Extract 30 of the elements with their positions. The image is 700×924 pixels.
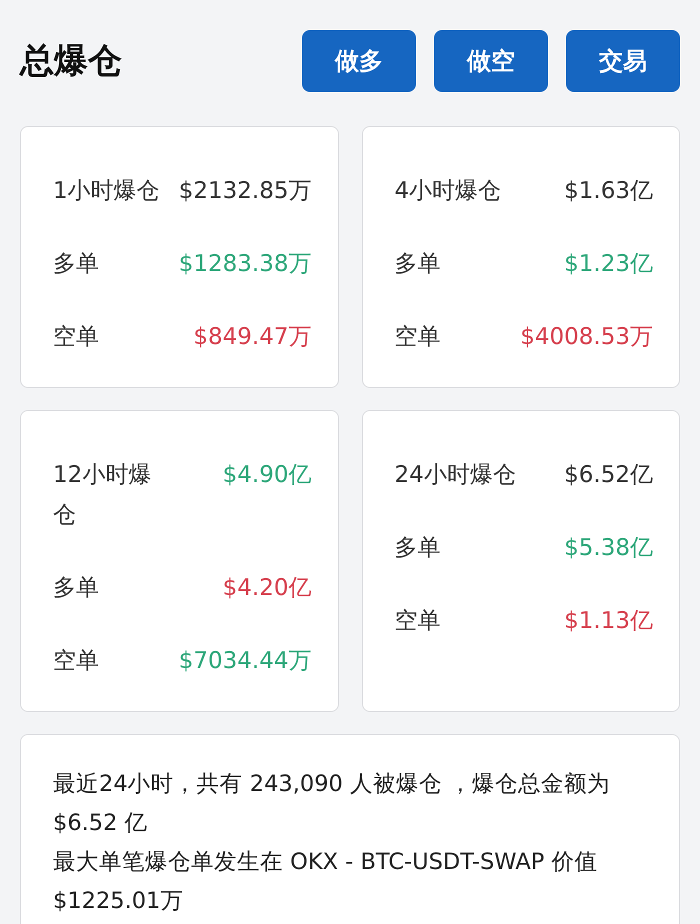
action-button[interactable]: 交易 xyxy=(566,30,680,92)
row-value: $1.23亿 xyxy=(563,250,653,279)
row-value: $5.38亿 xyxy=(564,534,653,563)
row-value: $4.20亿 xyxy=(222,574,312,603)
page-title: 总爆仓 xyxy=(20,40,123,83)
action-button[interactable]: 做多 xyxy=(302,30,416,92)
row-value: $849.47万 xyxy=(192,323,312,352)
row-label: 1小时爆仓 xyxy=(53,177,160,206)
row-value: $2132.85万 xyxy=(178,177,312,206)
row-label: 24小时爆仓 xyxy=(394,461,516,490)
row-label: 12小时爆仓 xyxy=(53,461,152,530)
row-label: 4小时爆仓 xyxy=(394,177,502,206)
row-value: $4.90亿 xyxy=(222,461,312,490)
action-button[interactable]: 做空 xyxy=(434,30,548,92)
row-label: 空单 xyxy=(394,607,442,636)
row-label: 空单 xyxy=(53,323,100,352)
row-value: $1.63亿 xyxy=(563,177,653,206)
row-label: 空单 xyxy=(53,647,100,676)
row-label: 多单 xyxy=(53,574,100,603)
row-value: $1.13亿 xyxy=(564,607,653,636)
row-value: $4008.53万 xyxy=(520,323,653,352)
row-label: 多单 xyxy=(394,250,442,279)
summary-text: 最大单笔爆仓单发生在 OKX - BTC-USDT-SWAP 价值 $1225.01万 xyxy=(53,848,598,916)
row-value: $1283.38万 xyxy=(178,250,312,279)
row-label: 空单 xyxy=(394,323,442,352)
row-label: 多单 xyxy=(394,534,442,563)
row-value: $6.52亿 xyxy=(564,461,653,490)
row-value: $7034.44万 xyxy=(178,647,312,676)
summary-text: 最近24小时，共有 243,090 人被爆仓 ，爆仓总金额为 $6.52 亿 xyxy=(53,770,612,838)
row-label: 多单 xyxy=(53,250,100,279)
